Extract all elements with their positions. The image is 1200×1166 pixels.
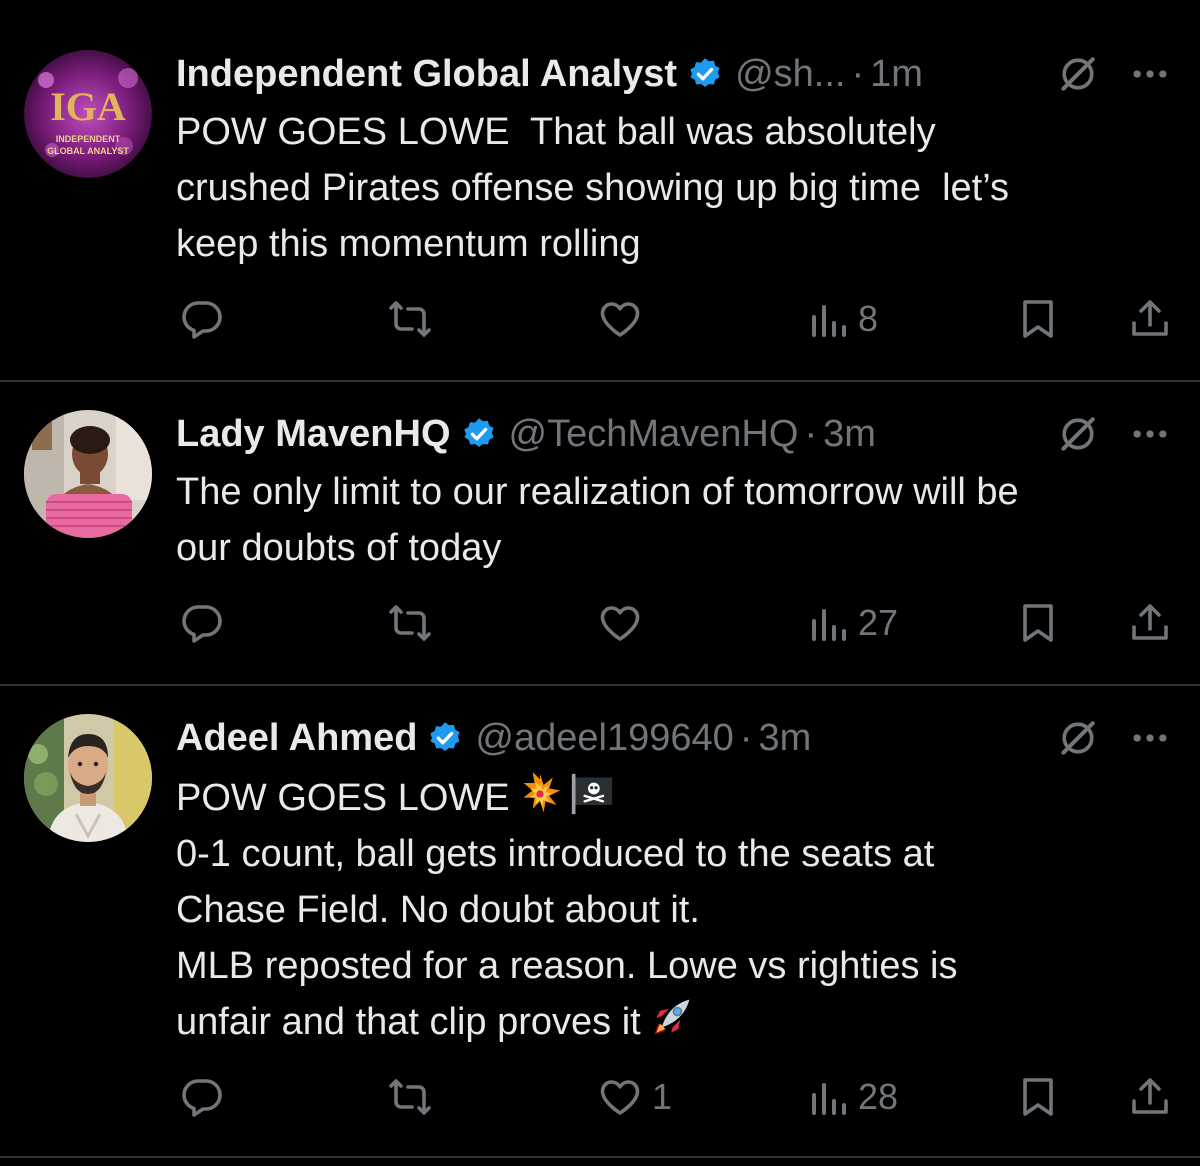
views-icon — [812, 305, 846, 337]
tweet-actions: 1 28 — [0, 1072, 1200, 1122]
timestamp[interactable]: 1m — [870, 53, 923, 96]
tweet-actions: 27 — [0, 598, 1200, 648]
timestamp[interactable]: 3m — [758, 717, 811, 760]
tweet-divider — [0, 1156, 1200, 1158]
timeline-feed: IGA INDEPENDENT GLOBAL ANALYST Independe… — [0, 0, 1200, 1166]
bookmark-button[interactable] — [1014, 294, 1062, 344]
tweet-header: Lady MavenHQ @TechMavenHQ · 3m — [176, 410, 876, 458]
bookmark-button[interactable] — [1014, 598, 1062, 648]
tweet-divider — [0, 380, 1200, 382]
like-icon — [600, 302, 640, 337]
grok-icon[interactable] — [1056, 716, 1100, 760]
like-button[interactable] — [596, 294, 652, 344]
bookmark-icon — [1023, 300, 1053, 338]
verified-badge-icon — [430, 722, 460, 752]
cartoon-man-avatar-icon — [24, 714, 152, 842]
tweet-text-line: 0-1 count, ball gets introduced to the s… — [176, 833, 935, 875]
svg-text:INDEPENDENT: INDEPENDENT — [56, 134, 121, 144]
reply-icon — [182, 1079, 222, 1117]
share-icon — [1132, 604, 1168, 640]
avatar[interactable]: IGA INDEPENDENT GLOBAL ANALYST — [24, 50, 152, 178]
pirate-flag-emoji — [571, 773, 612, 815]
separator-dot: · — [804, 412, 818, 455]
views-button[interactable]: 27 — [806, 598, 898, 648]
like-button[interactable]: 1 — [596, 1072, 672, 1122]
collision-emoji — [523, 772, 560, 813]
iga-logo-avatar-icon: IGA INDEPENDENT GLOBAL ANALYST — [24, 50, 152, 178]
tweet-text: POW GOES LOWE 0-1 count, ball gets intro… — [176, 770, 1176, 1050]
views-icon — [812, 609, 846, 641]
tweet-text-line: Chase Field. No doubt about it. — [176, 889, 700, 931]
bookmark-button[interactable] — [1014, 1072, 1062, 1122]
tweet-text-line: MLB reposted for a reason. Lowe vs right… — [176, 945, 958, 987]
repost-icon — [389, 1079, 431, 1115]
repost-icon — [389, 605, 431, 641]
like-count: 1 — [652, 1076, 673, 1117]
repost-button[interactable] — [386, 1072, 434, 1122]
author-handle[interactable]: @adeel199640 — [475, 717, 733, 760]
tweet-header: Adeel Ahmed @adeel199640 · 3m — [176, 714, 811, 762]
grok-icon[interactable] — [1056, 412, 1100, 456]
timestamp[interactable]: 3m — [823, 413, 876, 456]
views-button[interactable]: 28 — [806, 1072, 898, 1122]
avatar[interactable] — [24, 714, 152, 842]
share-button[interactable] — [1126, 294, 1174, 344]
author-name[interactable]: Independent Global Analyst — [176, 53, 677, 96]
more-icon[interactable] — [1128, 412, 1172, 456]
tweet-text-line: The only limit to our realization of tom… — [176, 471, 1019, 513]
separator-dot: · — [851, 52, 865, 95]
tweet-divider — [0, 684, 1200, 686]
share-icon — [1132, 300, 1168, 336]
repost-button[interactable] — [386, 598, 434, 648]
tweet-text: POW GOES LOWE That ball was absolutely c… — [176, 104, 1176, 272]
verified-badge-icon — [690, 58, 720, 88]
svg-text:GLOBAL ANALYST: GLOBAL ANALYST — [47, 146, 129, 156]
like-button[interactable] — [596, 598, 652, 648]
tweet-text-line: unfair and that clip proves it — [176, 994, 1176, 1050]
bookmark-icon — [1023, 1078, 1053, 1116]
grok-icon[interactable] — [1056, 52, 1100, 96]
view-count: 8 — [858, 298, 879, 339]
tweet-text-first-line: POW GOES LOWE — [176, 777, 510, 819]
more-icon[interactable] — [1128, 52, 1172, 96]
tweet-text-line: POW GOES LOWE — [176, 770, 1176, 826]
repost-icon — [389, 301, 431, 337]
tweet-header: Independent Global Analyst @sh... · 1m — [176, 50, 923, 98]
author-handle[interactable]: @sh... — [735, 53, 845, 96]
view-count: 28 — [858, 1076, 899, 1117]
share-button[interactable] — [1126, 1072, 1174, 1122]
rocket-emoji — [654, 999, 690, 1035]
reply-icon — [182, 301, 222, 339]
verified-badge-icon — [463, 418, 494, 448]
person-photo-avatar-icon — [24, 410, 152, 538]
reply-button[interactable] — [178, 598, 226, 648]
tweet-text-line: keep this momentum rolling — [176, 223, 641, 265]
share-button[interactable] — [1126, 598, 1174, 648]
repost-button[interactable] — [386, 294, 434, 344]
more-icon[interactable] — [1128, 716, 1172, 760]
reply-button[interactable] — [178, 1072, 226, 1122]
tweet-text: The only limit to our realization of tom… — [176, 464, 1176, 576]
share-icon — [1132, 1078, 1168, 1114]
views-icon — [812, 1083, 846, 1115]
like-icon — [600, 1080, 640, 1115]
separator-dot: · — [739, 716, 753, 759]
author-name[interactable]: Lady MavenHQ — [176, 413, 451, 456]
tweet-text-line: POW GOES LOWE That ball was absolutely — [176, 111, 936, 153]
svg-text:IGA: IGA — [50, 84, 126, 129]
tweet-text-line: crushed Pirates offense showing up big t… — [176, 167, 1009, 209]
author-name[interactable]: Adeel Ahmed — [176, 717, 417, 760]
tweet-text-line: our doubts of today — [176, 527, 502, 569]
author-handle[interactable]: @TechMavenHQ — [509, 413, 799, 456]
tweet-actions: 8 — [0, 294, 1200, 344]
views-button[interactable]: 8 — [806, 294, 878, 344]
reply-icon — [182, 605, 222, 643]
tweet-text-last-line: unfair and that clip proves it — [176, 1001, 641, 1043]
avatar[interactable] — [24, 410, 152, 538]
reply-button[interactable] — [178, 294, 226, 344]
view-count: 27 — [858, 602, 899, 643]
bookmark-icon — [1023, 604, 1053, 642]
like-icon — [600, 606, 640, 641]
